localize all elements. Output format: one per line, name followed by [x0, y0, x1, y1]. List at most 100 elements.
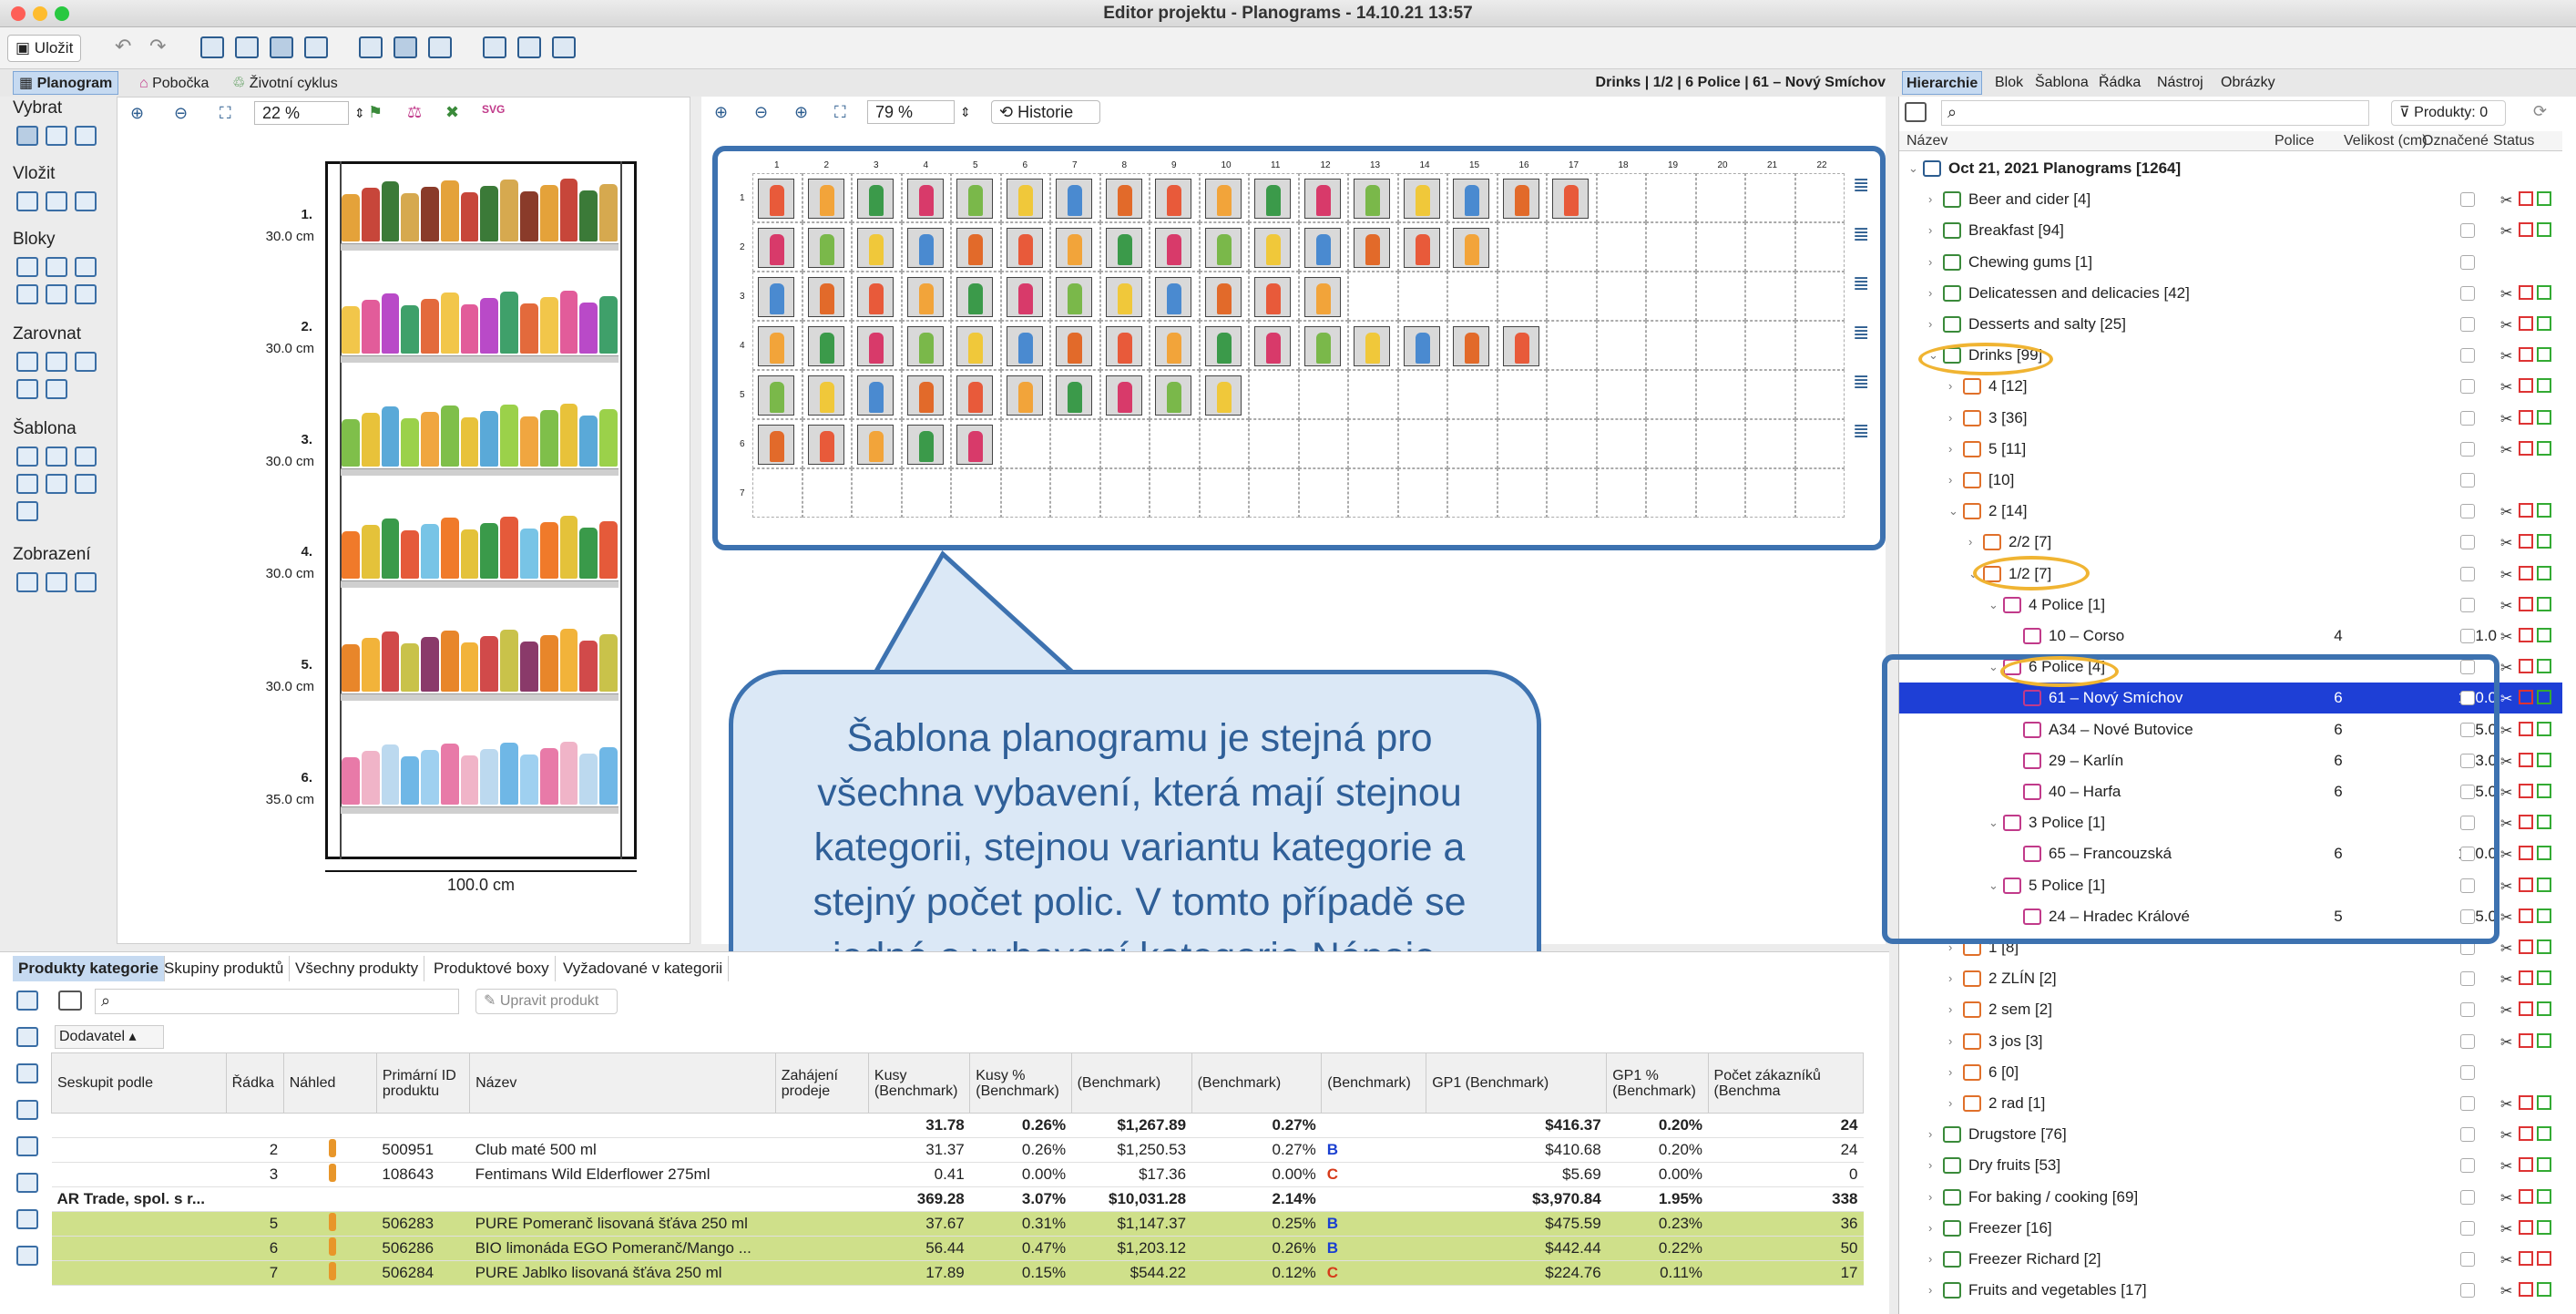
product-facing[interactable]	[421, 750, 439, 805]
grid-cell[interactable]	[1547, 419, 1597, 468]
product-facing[interactable]	[539, 297, 558, 354]
table-icon[interactable]	[483, 36, 506, 58]
grid-product-slot[interactable]	[1254, 228, 1291, 268]
group-by-chip[interactable]: Dodavatel ▴	[55, 1025, 164, 1049]
grid-product-slot[interactable]	[1155, 179, 1191, 219]
tab-skupiny-produktu[interactable]: Skupiny produktů	[158, 956, 291, 981]
grid-cell[interactable]	[1397, 370, 1447, 419]
grid-cell[interactable]	[1794, 272, 1845, 321]
grid-cell[interactable]	[1397, 272, 1447, 321]
expand-chevron-icon[interactable]: ⌄	[1908, 153, 1918, 184]
grid-cell[interactable]	[1646, 272, 1696, 321]
grid-product-slot[interactable]	[1105, 375, 1142, 416]
product-facing[interactable]	[520, 642, 538, 692]
hierarchy-node-row[interactable]: › Dry fruits [53] ✂	[1899, 1150, 2562, 1181]
hierarchy-node-row[interactable]: ⌄ 2 [14] ✂	[1899, 496, 2562, 527]
hierarchy-node-row[interactable]: › 2 ZLÍN [2] ✂	[1899, 963, 2562, 994]
product-facing[interactable]	[361, 638, 380, 692]
product-facing[interactable]	[559, 291, 578, 354]
grid-product-slot[interactable]	[1502, 179, 1539, 219]
grid-zoom-fit-icon[interactable]: ⊕	[794, 97, 808, 128]
grid-product-slot[interactable]	[956, 326, 993, 366]
product-facing[interactable]	[460, 529, 479, 579]
grid-cell[interactable]	[1596, 272, 1646, 321]
refresh-icon[interactable]: ⟳	[2533, 102, 2547, 121]
expand-chevron-icon[interactable]: ›	[1948, 1026, 1952, 1057]
hierarchy-node-row[interactable]: › 2/2 [7] ✂	[1899, 527, 2562, 558]
product-facing[interactable]	[579, 641, 598, 692]
product-facing[interactable]	[440, 405, 459, 467]
marked-checkbox[interactable]	[2460, 504, 2475, 519]
marked-checkbox[interactable]	[2460, 971, 2475, 987]
product-facing[interactable]	[460, 192, 479, 241]
view-colors-icon[interactable]	[46, 572, 67, 592]
marked-checkbox[interactable]	[2460, 1189, 2475, 1205]
product-facing[interactable]	[460, 417, 479, 467]
grid-product-slot[interactable]	[857, 326, 894, 366]
expand-chevron-icon[interactable]: ⌄	[1948, 496, 1958, 527]
insert-text-icon[interactable]	[75, 191, 97, 211]
hierarchy-node-row[interactable]: › Chewing gums [1]	[1899, 247, 2562, 278]
view-list-icon[interactable]	[75, 572, 97, 592]
block-merge-icon[interactable]	[16, 284, 38, 304]
product-facing[interactable]	[500, 743, 519, 805]
table-row[interactable]: AR Trade, spol. s r... 369.28 3.07% $10,031…	[51, 1186, 1864, 1212]
marked-checkbox[interactable]	[2460, 473, 2475, 488]
chart-icon[interactable]	[517, 36, 541, 58]
grid-cell[interactable]	[1348, 419, 1398, 468]
product-facing[interactable]	[361, 300, 380, 354]
grid-cell[interactable]	[1596, 419, 1646, 468]
grid-product-slot[interactable]	[807, 228, 844, 268]
grid-product-slot[interactable]	[1453, 179, 1489, 219]
expand-chevron-icon[interactable]: ›	[1928, 247, 1932, 278]
product-facing[interactable]	[361, 413, 380, 467]
grid-product-slot[interactable]	[1105, 179, 1142, 219]
expand-chevron-icon[interactable]: ›	[1948, 434, 1952, 465]
grid-product-slot[interactable]	[1155, 277, 1191, 317]
grid-cell[interactable]	[1547, 321, 1597, 370]
grid-cell[interactable]	[1547, 222, 1597, 272]
column-header[interactable]: (Benchmark)	[1070, 1052, 1192, 1114]
align-center-icon[interactable]	[46, 352, 67, 372]
product-facing[interactable]	[342, 531, 360, 579]
block-paste-icon[interactable]	[75, 284, 97, 304]
product-facing[interactable]	[381, 181, 400, 241]
grid-product-slot[interactable]	[1254, 326, 1291, 366]
grid-cell[interactable]	[1794, 370, 1845, 419]
expand-chevron-icon[interactable]: ›	[1968, 527, 1972, 558]
products-filter[interactable]: ⊽ Produkty: 0	[2391, 100, 2506, 126]
align-right-icon[interactable]	[75, 352, 97, 372]
grid-cell[interactable]	[1447, 419, 1498, 468]
product-facing[interactable]	[460, 304, 479, 354]
product-facing[interactable]	[361, 751, 380, 805]
minimize-window-button[interactable]	[33, 6, 47, 21]
grid-cell[interactable]	[1794, 321, 1845, 370]
tab-blok[interactable]: Blok	[1991, 71, 2027, 95]
select-area-icon[interactable]	[75, 126, 97, 146]
grid-product-slot[interactable]	[857, 277, 894, 317]
product-facing[interactable]	[381, 518, 400, 579]
remove-icon[interactable]: ✖	[445, 103, 459, 122]
align-left-icon[interactable]	[16, 352, 38, 372]
grid-product-slot[interactable]	[857, 179, 894, 219]
product-facing[interactable]	[480, 523, 499, 579]
product-facing[interactable]	[579, 416, 598, 467]
product-facing[interactable]	[440, 744, 459, 805]
marked-checkbox[interactable]	[2460, 223, 2475, 239]
grid-product-slot[interactable]	[857, 375, 894, 416]
template-measure-icon[interactable]	[16, 501, 38, 521]
grid-product-slot[interactable]	[1006, 375, 1043, 416]
grid-product-slot[interactable]	[1354, 326, 1390, 366]
marked-checkbox[interactable]	[2460, 317, 2475, 332]
grid-zoom-in-icon[interactable]: ⊕	[714, 97, 728, 128]
grid-product-slot[interactable]	[1204, 179, 1242, 219]
grid-product-slot[interactable]	[1204, 326, 1242, 366]
expand-chevron-icon[interactable]: ›	[1928, 1213, 1932, 1244]
grid-product-slot[interactable]	[906, 179, 944, 219]
product-facing[interactable]	[559, 516, 578, 579]
tab-sablona[interactable]: Šablona	[2031, 71, 2092, 95]
tab-hierarchie[interactable]: Hierarchie	[1902, 71, 1983, 95]
grid-cell[interactable]	[1596, 468, 1646, 518]
column-header[interactable]: Náhled	[282, 1052, 377, 1114]
expand-chevron-icon[interactable]: ›	[1928, 215, 1932, 246]
